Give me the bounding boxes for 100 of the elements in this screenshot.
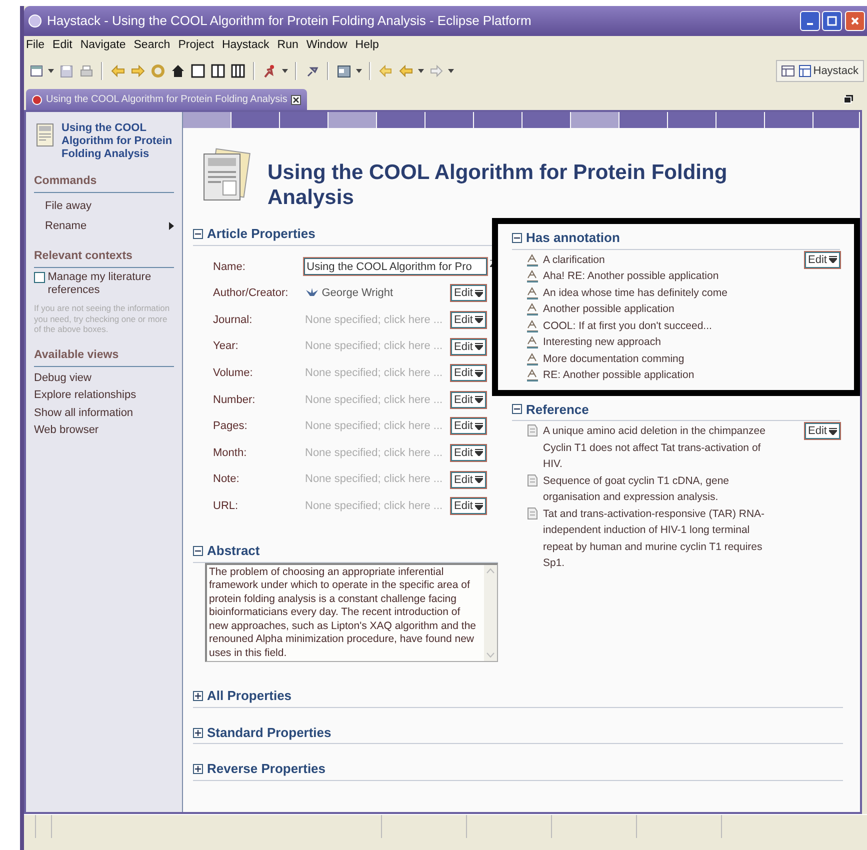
caret-icon[interactable] (282, 69, 288, 73)
minimize-button[interactable] (800, 11, 820, 31)
document-icon (526, 506, 539, 520)
hint-text: If you are not seeing the information you need, try checking one or more of the above boxes. (34, 303, 171, 334)
view-link[interactable]: Debug view (34, 372, 92, 384)
dropdown-icon (474, 476, 483, 484)
home-icon[interactable] (170, 63, 186, 79)
annotation-link[interactable]: Interesting new approach (543, 334, 661, 350)
command-link[interactable]: File away (45, 196, 92, 216)
annotation-icon (526, 268, 539, 283)
annotation-link[interactable]: Aha! RE: Another possible application (543, 268, 719, 284)
property-label: Pages: (213, 419, 248, 434)
menu-item[interactable]: Navigate (80, 37, 126, 55)
edit-button[interactable]: Edit (451, 338, 486, 355)
app-icon (28, 14, 42, 28)
window-icon[interactable] (336, 63, 352, 79)
caret-icon[interactable] (48, 69, 54, 73)
annotation-link[interactable]: A clarification (543, 252, 605, 268)
menu-item[interactable]: Run (277, 37, 298, 55)
dropdown-icon (474, 290, 483, 297)
edit-button[interactable]: Edit (451, 418, 486, 434)
expand-icon[interactable] (193, 764, 203, 774)
caret-icon[interactable] (418, 69, 424, 73)
section-heading: Commands (34, 173, 174, 194)
edit-button[interactable]: Edit (451, 472, 486, 488)
edit-button[interactable]: Edit (451, 285, 486, 302)
close-icon[interactable] (291, 94, 302, 104)
collapse-icon[interactable] (193, 546, 203, 556)
print-icon[interactable] (78, 63, 94, 79)
edit-button[interactable]: Edit (805, 423, 840, 439)
menu-item[interactable]: Search (134, 37, 170, 55)
section-heading: Article Properties (207, 225, 316, 243)
close-icon (851, 17, 859, 25)
caret-icon[interactable] (448, 69, 454, 73)
three-pane-icon[interactable] (230, 63, 246, 79)
annotation-link[interactable]: COOL: If at first you don't succeed... (543, 318, 712, 334)
view-link[interactable]: Explore relationships (34, 389, 136, 401)
property-label: Year: (213, 339, 240, 354)
annotation-icon (526, 350, 539, 366)
maximize-icon (827, 16, 838, 26)
property-label: Name: (213, 260, 246, 275)
maximize-view-icon[interactable] (844, 94, 854, 104)
collapse-icon[interactable] (512, 404, 522, 414)
two-pane-icon[interactable] (210, 63, 226, 79)
dropdown-icon (474, 316, 483, 324)
section-heading: Relevant contexts (34, 248, 174, 268)
open-perspective-icon[interactable] (780, 64, 794, 78)
document-icon (34, 122, 56, 148)
edit-button[interactable]: Edit (451, 365, 486, 382)
annotation-link[interactable]: RE: Another possible application (543, 367, 694, 384)
reference-link[interactable]: Tat and trans-activation-responsive (TAR) RNA-independent induction of HIV-1 long terminal repeat by human and murine cyclin T1 requires Sp1. (543, 506, 774, 572)
property-label: URL: (213, 498, 240, 514)
annotation-icon (526, 284, 539, 300)
edit-button[interactable]: Edit (805, 252, 840, 268)
expand-icon[interactable] (193, 691, 203, 702)
command-link[interactable]: Rename (45, 216, 87, 236)
window-title: Haystack - Using the COOL Algorithm for Protein Folding Analysis - Eclipse Platform (47, 12, 532, 30)
new-file-icon[interactable] (28, 63, 44, 79)
menu-item[interactable]: Project (178, 37, 214, 55)
document-icon (526, 423, 539, 437)
menu-item[interactable]: Window (306, 37, 348, 55)
dropdown-icon (474, 422, 483, 430)
property-label: Number: (213, 392, 256, 408)
edit-button[interactable]: Edit (451, 312, 486, 328)
edit-button[interactable]: Edit (451, 392, 486, 408)
annotation-link[interactable]: More documentation comming (543, 350, 684, 367)
dropdown-icon (474, 370, 483, 377)
dropdown-icon (829, 428, 837, 434)
annotation-link[interactable]: An idea whose time has definitely come (543, 284, 728, 301)
menu-item[interactable]: File (26, 37, 45, 55)
menu-item[interactable]: Help (355, 37, 379, 55)
reference-link[interactable]: A unique amino acid deletion in the chimpanzee Cyclin T1 does not affect Tat trans-activation of HIV. (543, 423, 774, 472)
name-field[interactable]: Using the COOL Algorithm for Pro (304, 258, 487, 276)
annotation-icon (526, 318, 539, 332)
reference-link[interactable]: Sequence of goat cyclin T1 cDNA, gene organisation and expression analysis. (543, 472, 774, 506)
collapse-icon[interactable] (512, 232, 522, 243)
section-heading: Standard Properties (207, 724, 332, 742)
single-pane-icon[interactable] (190, 63, 206, 79)
dropdown-icon (474, 449, 483, 456)
maximize-button[interactable] (822, 11, 842, 31)
section-heading: All Properties (207, 687, 292, 706)
edit-button[interactable]: Edit (451, 498, 486, 514)
edit-button[interactable]: Edit (451, 444, 486, 461)
annotation-link[interactable]: Another possible application (543, 301, 674, 318)
view-link[interactable]: Show all information (34, 406, 134, 418)
menu-item[interactable]: Edit (52, 37, 72, 55)
dropdown-icon (474, 343, 483, 350)
menu-item[interactable]: Haystack (222, 37, 270, 55)
abstract-text: The problem of choosing an appropriate inferential framework under which to operate in the specific area of protein folding analysis is a constant challenge facing bioinformaticians every day. The recent introduction of new approaches, such as Lipton's XAQ algorithm and the renouned Alpha minimization procedure, have found new uses in this field. (208, 564, 477, 661)
submenu-arrow-icon[interactable] (169, 222, 174, 230)
property-value[interactable]: George Wright (322, 285, 394, 302)
property-label: Author/Creator: (213, 286, 290, 302)
close-button[interactable] (845, 11, 865, 31)
expand-icon[interactable] (193, 728, 203, 738)
checkbox[interactable] (34, 272, 45, 283)
caret-icon[interactable] (356, 69, 362, 73)
section-heading: Available views (34, 346, 174, 367)
collapse-icon[interactable] (193, 228, 203, 239)
view-link[interactable]: Web browser (34, 424, 99, 436)
context-label[interactable]: Manage my literature references (48, 271, 174, 297)
